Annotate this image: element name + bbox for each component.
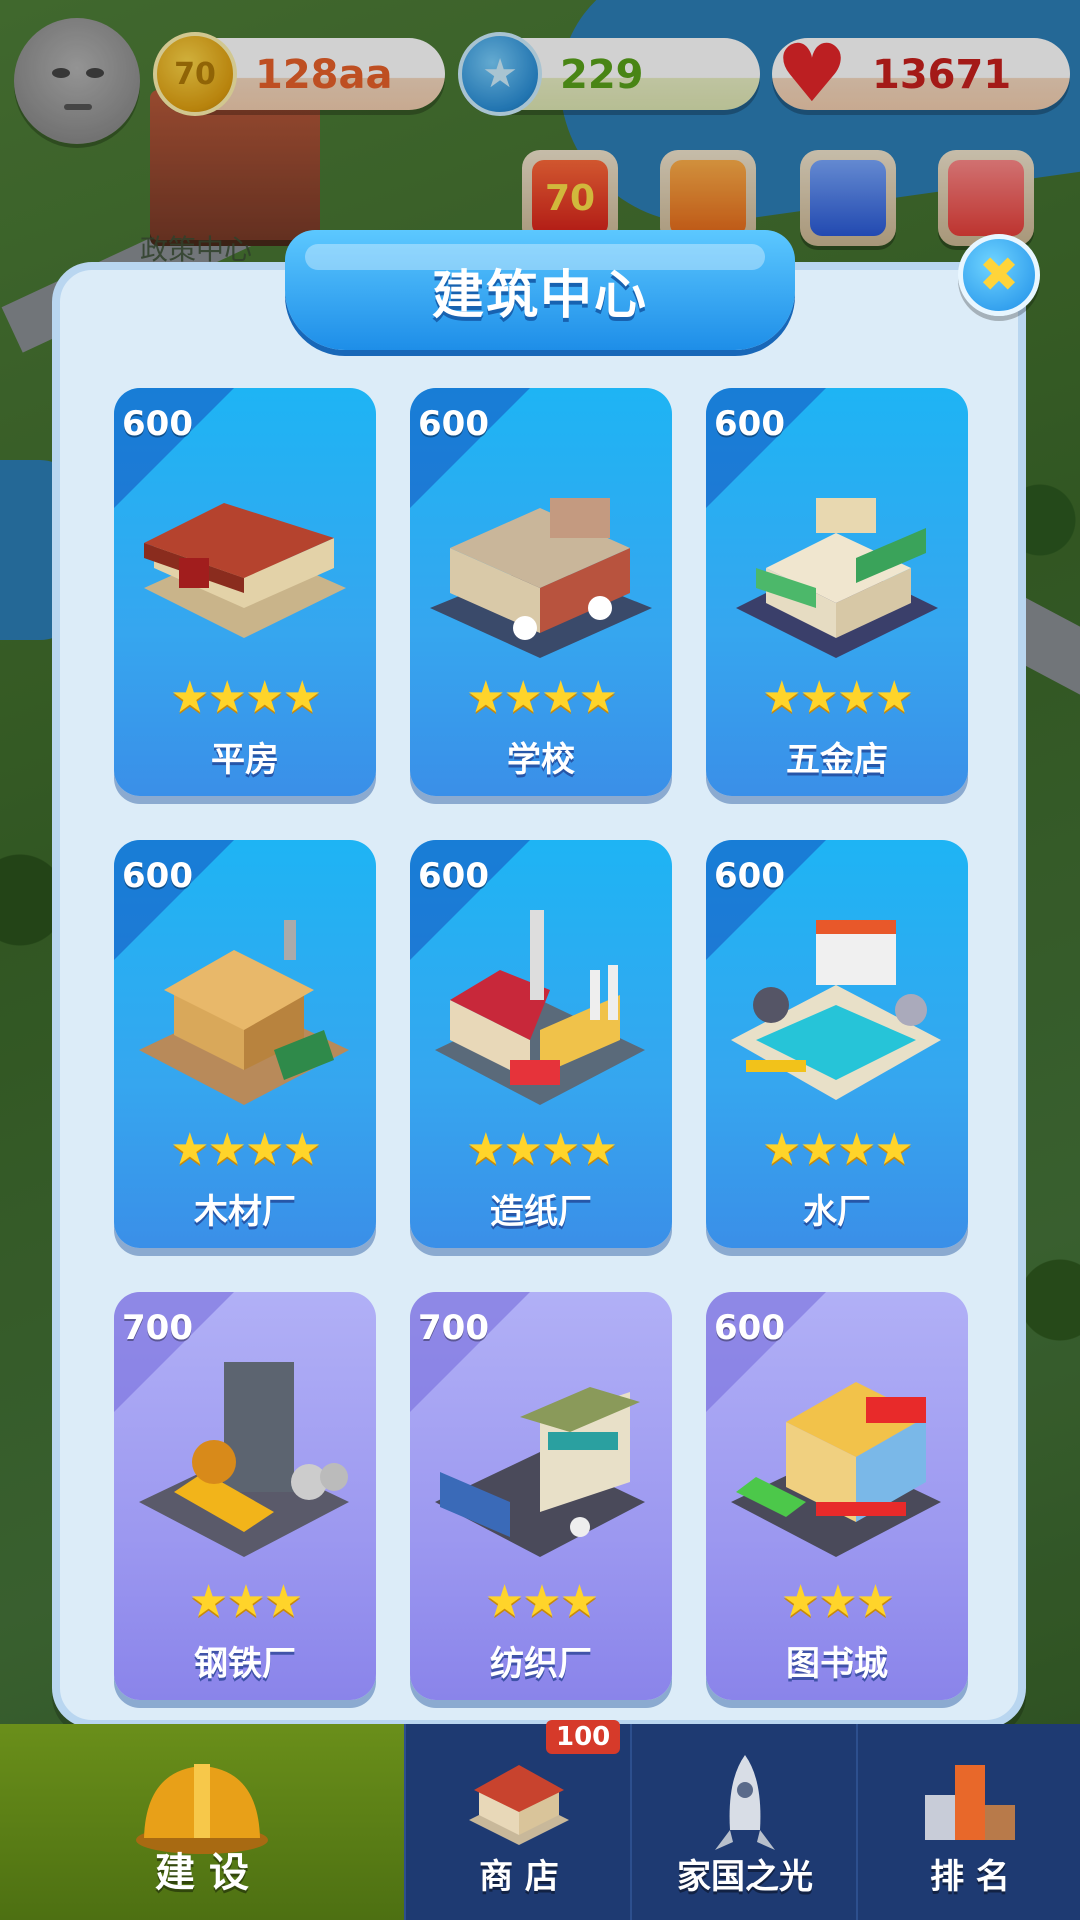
star-rating: ★★★ — [780, 1576, 895, 1627]
textile-mill-icon — [435, 1387, 645, 1557]
shop-icon — [469, 1765, 569, 1845]
rocket-icon — [715, 1755, 775, 1850]
podium-icon — [925, 1765, 1015, 1840]
building-card-book-city[interactable]: 600 ★★★ 图书城 — [706, 1292, 968, 1700]
star-rating: ★★★★ — [762, 672, 914, 723]
star-rating: ★★★★ — [466, 672, 618, 723]
bottom-navigation: 建 设 商 店 家国之光 排 名 — [0, 1724, 1080, 1920]
building-card-school[interactable]: 600 ★★★★ 学校 — [410, 388, 672, 796]
building-name: 木材厂 — [194, 1192, 296, 1232]
star-rating: ★★★★ — [170, 1124, 322, 1175]
star-rating: ★★★ — [188, 1576, 303, 1627]
nav-build-label: 建 设 — [155, 1850, 249, 1896]
building-card-bungalow[interactable]: 600 ★★★★ 平房 — [114, 388, 376, 796]
lumber-mill-icon — [139, 920, 349, 1105]
bungalow-icon — [144, 503, 346, 638]
hardware-store-icon — [736, 498, 938, 658]
card-cost: 600 — [418, 856, 489, 896]
modal-title: 建筑中心 — [431, 265, 648, 326]
shop-notification-badge: 100 — [546, 1720, 621, 1754]
building-name: 图书城 — [786, 1644, 888, 1684]
building-card-paper-mill[interactable]: 600 ★★★★ 造纸厂 — [410, 840, 672, 1248]
star-rating: ★★★★ — [762, 1124, 914, 1175]
star-rating: ★★★ — [484, 1576, 599, 1627]
building-name: 造纸厂 — [490, 1192, 592, 1232]
building-name: 水厂 — [803, 1192, 871, 1232]
card-cost: 700 — [122, 1308, 193, 1348]
building-card-hardware-store[interactable]: 600 ★★★★ 五金店 — [706, 388, 968, 796]
building-card-steel-mill[interactable]: 700 ★★★ 钢铁厂 — [114, 1292, 376, 1700]
nav-build[interactable]: 建 设 — [0, 1724, 404, 1920]
book-city-icon — [731, 1382, 941, 1557]
nav-national-glory[interactable]: 家国之光 — [630, 1724, 858, 1920]
building-name: 钢铁厂 — [194, 1644, 296, 1684]
star-rating: ★★★★ — [466, 1124, 618, 1175]
star-rating: ★★★★ — [170, 672, 322, 723]
building-name: 学校 — [507, 740, 575, 780]
card-cost: 600 — [122, 404, 193, 444]
building-card-water-plant[interactable]: 600 ★★★★ 水厂 — [706, 840, 968, 1248]
card-cost: 600 — [418, 404, 489, 444]
paper-mill-icon — [435, 910, 645, 1105]
nav-ranking[interactable]: 排 名 — [856, 1724, 1080, 1920]
steel-mill-icon — [139, 1362, 349, 1557]
modal-title-tab: 建筑中心 — [285, 230, 795, 350]
card-cost: 600 — [714, 404, 785, 444]
building-card-textile-mill[interactable]: 700 ★★★ 纺织厂 — [410, 1292, 672, 1700]
building-name: 平房 — [211, 740, 279, 780]
nav-national-glory-label: 家国之光 — [677, 1857, 813, 1897]
card-cost: 700 — [418, 1308, 489, 1348]
water-plant-icon — [731, 920, 941, 1100]
nav-shop-label: 商 店 — [479, 1857, 559, 1897]
card-cost: 600 — [714, 1308, 785, 1348]
building-name: 五金店 — [786, 740, 888, 780]
building-card-lumber-mill[interactable]: 600 ★★★★ 木材厂 — [114, 840, 376, 1248]
card-cost: 600 — [714, 856, 785, 896]
nav-ranking-label: 排 名 — [930, 1857, 1010, 1897]
school-icon — [430, 498, 652, 658]
close-button[interactable]: ✖ — [958, 234, 1040, 316]
building-name: 纺织厂 — [490, 1644, 592, 1684]
card-cost: 600 — [122, 856, 193, 896]
